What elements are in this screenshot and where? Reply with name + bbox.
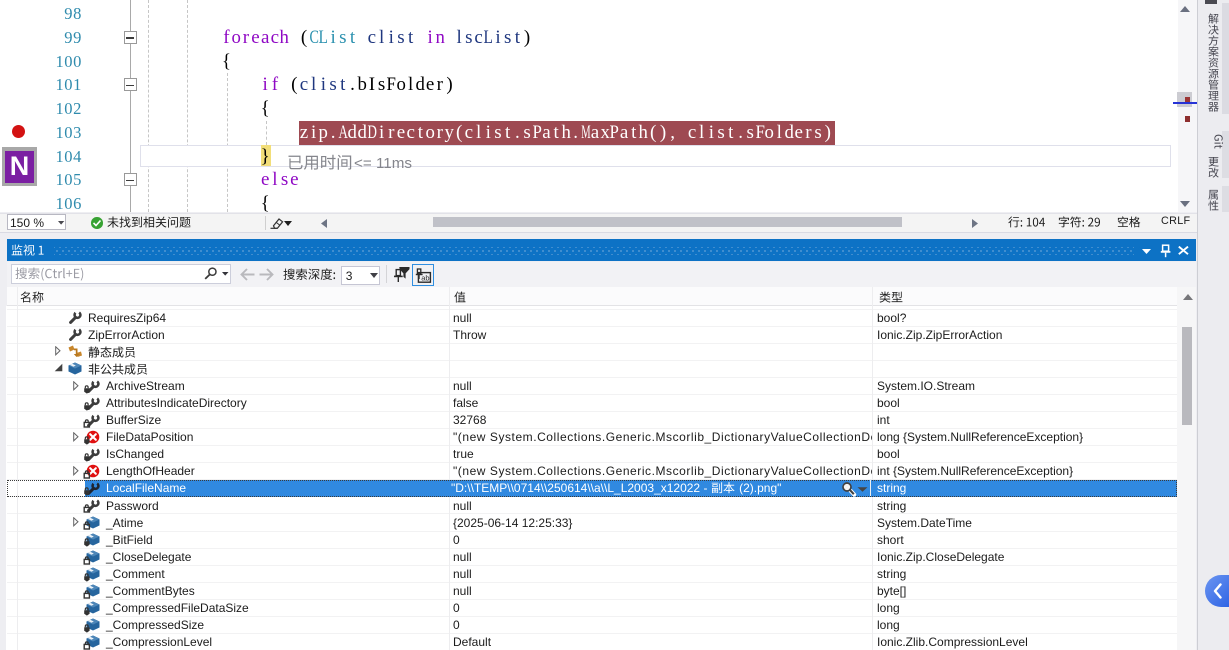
svg-text:ab: ab bbox=[421, 273, 429, 282]
